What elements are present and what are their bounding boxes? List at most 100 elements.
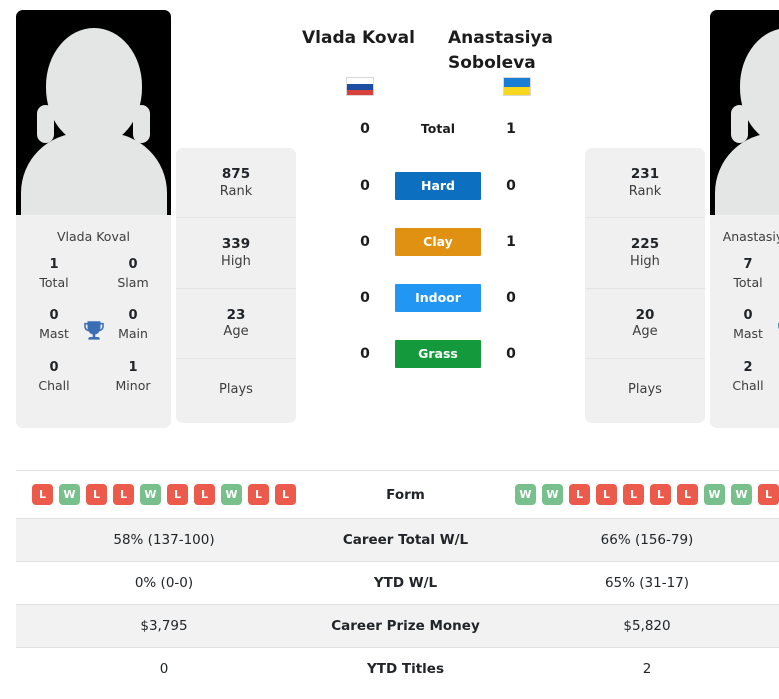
h2h-total-left-score: 0 — [360, 121, 370, 138]
form-badge-loss[interactable]: L — [194, 484, 215, 505]
form-badge-loss[interactable]: L — [275, 484, 296, 505]
left-player-card-name: Vlada Koval — [16, 215, 171, 256]
form-badge-win[interactable]: W — [731, 484, 752, 505]
left-value-cell: 58% (137-100) — [16, 518, 312, 562]
avatar-ear-left — [37, 105, 54, 143]
player-names-row: Vlada Koval Anastasiya Soboleva — [296, 26, 580, 75]
left-plays-label: Plays — [219, 382, 253, 398]
form-badge-win[interactable]: W — [542, 484, 563, 505]
right-value-cell: $5,820 — [499, 604, 779, 648]
row-label: Career Total W/L — [312, 518, 499, 562]
player-comparison-page: Vlada Koval 1 Total 0 Slam 0 Mast 0 Main… — [0, 0, 779, 690]
h2h-clay-left-score: 0 — [360, 234, 370, 251]
left-titles-minor: 1 Minor — [107, 359, 159, 393]
row-label: YTD Titles — [312, 647, 499, 690]
left-rank-label: Rank — [219, 183, 253, 199]
right-titles-mast-value: 0 — [743, 308, 753, 324]
right-high-value: 225 — [630, 236, 660, 253]
form-badge-loss[interactable]: L — [569, 484, 590, 505]
left-stat-rank: 875 Rank — [176, 148, 296, 219]
left-value-cell: 0 — [16, 647, 312, 690]
form-badge-win[interactable]: W — [704, 484, 725, 505]
comparison-table-body: L W L L W L L W L L Form W W L L L L L W W L 58% (137-100) Car… — [16, 470, 779, 690]
right-value-cell: 65% (31-17) — [499, 561, 779, 605]
right-titles-chall-label: Chall — [732, 377, 764, 393]
right-player-stats-column: 231 Rank 225 High 20 Age Plays — [585, 10, 705, 424]
left-player-titles-grid: 1 Total 0 Slam 0 Mast 0 Main 0 Chall 1 M… — [16, 256, 171, 429]
table-row: $3,795 Career Prize Money $5,820 — [16, 604, 779, 648]
form-badge-loss[interactable]: L — [650, 484, 671, 505]
left-player-name[interactable]: Vlada Koval — [296, 26, 438, 51]
h2h-row-clay: 0 Clay 1 — [352, 214, 524, 270]
right-rank-label: Rank — [628, 183, 662, 199]
table-row: 58% (137-100) Career Total W/L 66% (156-79… — [16, 518, 779, 562]
right-form-cell: WWLLLLLWWL — [499, 470, 779, 519]
form-badge-loss[interactable]: L — [248, 484, 269, 505]
right-titles-row-1: 7 Total 0 Slam — [716, 256, 779, 290]
form-badge-win[interactable]: W — [140, 484, 161, 505]
left-titles-chall-value: 0 — [49, 359, 59, 375]
left-player-card[interactable]: Vlada Koval 1 Total 0 Slam 0 Mast 0 Main… — [16, 10, 171, 429]
left-player-stats-column: 875 Rank 339 High 23 Age Plays — [176, 10, 296, 424]
left-flag-slot — [296, 77, 438, 97]
flags-row — [296, 77, 580, 97]
form-badge-loss[interactable]: L — [32, 484, 53, 505]
left-stat-plays: Plays — [176, 359, 296, 423]
right-player-titles-grid: 7 Total 0 Slam 0 Mast — [710, 256, 779, 429]
left-titles-main: 0 Main — [107, 307, 159, 341]
right-flag-slot — [438, 77, 580, 97]
h2h-hard-badge[interactable]: Hard — [395, 172, 481, 201]
left-player-avatar — [16, 10, 171, 215]
form-badge-loss[interactable]: L — [677, 484, 698, 505]
right-titles-row-2: 0 Mast 0 Main — [716, 307, 779, 341]
ukraine-flag-icon — [503, 77, 531, 97]
left-stat-high: 339 High — [176, 218, 296, 289]
right-player-stats-card: 231 Rank 225 High 20 Age Plays — [585, 148, 705, 424]
left-titles-mast: 0 Mast — [28, 307, 80, 341]
form-badge-loss[interactable]: L — [596, 484, 617, 505]
right-titles-row-3: 2 Chall 5 Minor — [716, 359, 779, 393]
h2h-row-grass: 0 Grass 0 — [352, 326, 524, 382]
right-form-badges: WWLLLLLWWL — [505, 484, 779, 505]
form-badge-loss[interactable]: L — [113, 484, 134, 505]
row-label: Form — [312, 470, 499, 519]
h2h-indoor-badge[interactable]: Indoor — [395, 284, 481, 313]
h2h-total-badge[interactable]: Total — [395, 115, 481, 143]
form-badge-win[interactable]: W — [515, 484, 536, 505]
left-titles-total: 1 Total — [28, 256, 80, 290]
form-badge-win[interactable]: W — [59, 484, 80, 505]
h2h-hard-right-score: 0 — [506, 178, 516, 195]
left-titles-chall-label: Chall — [38, 377, 70, 393]
right-player-name-line1: Anastasiya — [448, 28, 553, 48]
h2h-hard-left-score: 0 — [360, 178, 370, 195]
table-row: 0 YTD Titles 2 — [16, 647, 779, 690]
right-value-cell: 66% (156-79) — [499, 518, 779, 562]
h2h-row-indoor: 0 Indoor 0 — [352, 270, 524, 326]
right-titles-total-label: Total — [733, 274, 763, 290]
left-titles-row-1: 1 Total 0 Slam — [22, 256, 165, 290]
comparison-table-area: L W L L W L L W L L Form W W L L L L L W W L 58% (137-100) Car… — [0, 470, 779, 690]
left-titles-minor-value: 1 — [128, 359, 138, 375]
form-badge-loss[interactable]: L — [86, 484, 107, 505]
h2h-clay-right-score: 1 — [506, 234, 516, 251]
left-titles-total-label: Total — [39, 274, 69, 290]
left-age-value: 23 — [226, 306, 246, 323]
right-stat-rank: 231 Rank — [585, 148, 705, 219]
left-value-cell: 0% (0-0) — [16, 561, 312, 605]
right-player-name[interactable]: Anastasiya Soboleva — [438, 26, 580, 75]
right-rank-value: 231 — [630, 166, 660, 182]
left-titles-minor-label: Minor — [115, 377, 151, 393]
form-badge-loss[interactable]: L — [623, 484, 644, 505]
h2h-total-right-score: 1 — [506, 121, 516, 138]
form-badge-loss[interactable]: L — [167, 484, 188, 505]
form-badge-win[interactable]: W — [221, 484, 242, 505]
form-badge-loss[interactable]: L — [758, 484, 779, 505]
head-to-head-surface-rows: 0 Total 1 0 Hard 0 0 Clay 1 0 Indoor 0 0 Grass 0 — [352, 100, 524, 382]
left-titles-chall: 0 Chall — [28, 359, 80, 393]
left-titles-slam-value: 0 — [128, 257, 138, 272]
right-player-card[interactable]: Anastasiya Soboleva 7 Total 0 — [710, 10, 779, 429]
h2h-clay-badge[interactable]: Clay — [395, 228, 481, 257]
h2h-grass-badge[interactable]: Grass — [395, 340, 481, 369]
left-titles-mast-value: 0 — [49, 308, 59, 324]
right-titles-total-value: 7 — [743, 257, 753, 272]
